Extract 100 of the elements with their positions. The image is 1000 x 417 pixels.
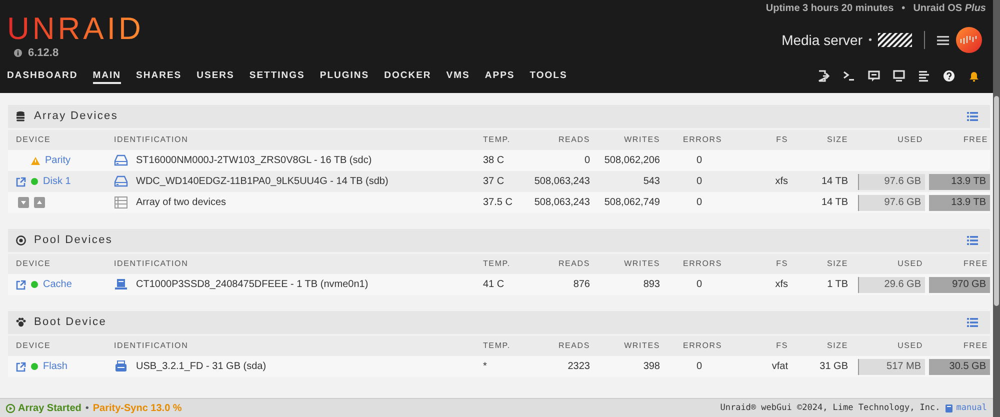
column-header: DEVICE bbox=[16, 134, 52, 146]
column-header: DEVICE bbox=[16, 258, 52, 270]
nav-tab[interactable]: APPS bbox=[484, 69, 515, 84]
device-link[interactable]: Flash bbox=[43, 359, 68, 374]
used-bar: 97.6 GB bbox=[858, 174, 925, 190]
device-link[interactable]: Disk 1 bbox=[43, 174, 71, 189]
scrollbar[interactable] bbox=[993, 0, 1000, 417]
hatched-pattern-icon bbox=[878, 33, 912, 47]
help-icon[interactable] bbox=[943, 70, 955, 82]
menu-icon[interactable] bbox=[937, 36, 949, 44]
identification-text: Array of two devices bbox=[136, 196, 226, 210]
column-header: DEVICE bbox=[16, 340, 52, 352]
nav-tab[interactable]: SHARES bbox=[136, 69, 182, 84]
column-header: USED bbox=[896, 340, 924, 352]
book-icon bbox=[945, 404, 954, 412]
column-header: FREE bbox=[962, 134, 989, 146]
used-bar: 97.6 GB bbox=[858, 194, 925, 210]
errors-cell-text: 0 bbox=[695, 278, 703, 292]
nav-tab[interactable]: SETTINGS bbox=[249, 69, 305, 84]
external-link-icon[interactable] bbox=[16, 176, 26, 186]
server-name: Media server bbox=[782, 30, 862, 50]
usb-drive-icon bbox=[114, 360, 128, 373]
parity-status: Parity-Sync 13.0 % bbox=[92, 402, 182, 416]
temperature-cell-text: 37 C bbox=[483, 175, 506, 189]
errors-cell-text: 0 bbox=[695, 196, 703, 210]
status-dot bbox=[31, 281, 38, 288]
column-header: READS bbox=[557, 340, 590, 352]
terminal-icon[interactable] bbox=[843, 70, 855, 82]
logout-icon[interactable] bbox=[818, 70, 830, 82]
column-header: SIZE bbox=[826, 340, 849, 352]
column-header: IDENTIFICATION bbox=[114, 340, 190, 352]
external-link-icon[interactable] bbox=[16, 280, 26, 290]
list-view-icon[interactable] bbox=[967, 236, 978, 245]
nav-tab[interactable]: TOOLS bbox=[530, 69, 568, 84]
errors-cell-text: 0 bbox=[695, 175, 703, 189]
array-status: Array Started bbox=[18, 402, 82, 416]
external-link-icon[interactable] bbox=[16, 362, 26, 372]
writes-cell-text: 398 bbox=[642, 360, 660, 374]
device-link[interactable]: Parity bbox=[45, 153, 71, 168]
avatar-icon[interactable] bbox=[956, 27, 982, 53]
section-title: Pool Devices bbox=[34, 233, 113, 248]
size-cell-text: 31 GB bbox=[818, 360, 849, 374]
hard-drive-icon bbox=[114, 154, 128, 167]
column-header: TEMP. bbox=[483, 258, 512, 270]
nav-tab[interactable]: MAIN bbox=[92, 69, 122, 84]
log-icon[interactable] bbox=[918, 70, 930, 82]
temperature-cell-text: 37.5 C bbox=[483, 196, 514, 210]
column-header: USED bbox=[896, 134, 924, 146]
paw-icon bbox=[16, 317, 26, 328]
list-view-icon[interactable] bbox=[967, 112, 978, 121]
identification-text: USB_3.2.1_FD - 31 GB (sda) bbox=[136, 360, 266, 374]
spin-up-icon[interactable] bbox=[34, 197, 45, 208]
nav-tab[interactable]: DOCKER bbox=[384, 69, 432, 84]
free-bar: 970 GB bbox=[929, 276, 990, 292]
nav-tab[interactable]: VMS bbox=[446, 69, 470, 84]
section-title: Boot Device bbox=[34, 315, 107, 330]
column-header: WRITES bbox=[623, 134, 660, 146]
separator-dot: • bbox=[85, 402, 89, 416]
status-dot bbox=[31, 178, 38, 185]
message-icon[interactable] bbox=[868, 70, 880, 82]
separator-dot: • bbox=[902, 2, 906, 16]
column-header: FREE bbox=[962, 258, 989, 270]
separator-dot: • bbox=[868, 34, 872, 48]
column-header: WRITES bbox=[623, 258, 660, 270]
used-bar: 517 MB bbox=[858, 358, 925, 374]
monitor-icon[interactable] bbox=[893, 70, 905, 82]
filesystem-cell-text: xfs bbox=[774, 175, 789, 189]
writes-cell-text: 893 bbox=[642, 278, 660, 292]
warning-icon bbox=[31, 156, 40, 164]
bell-icon[interactable] bbox=[968, 70, 980, 82]
nav-tab[interactable]: DASHBOARD bbox=[7, 69, 78, 84]
free-bar: 13.9 TB bbox=[929, 194, 990, 210]
column-header: USED bbox=[896, 258, 924, 270]
status-dot bbox=[31, 363, 38, 370]
spin-down-icon[interactable] bbox=[18, 197, 29, 208]
free-bar: 13.9 TB bbox=[929, 174, 990, 190]
ssd-icon bbox=[114, 278, 128, 291]
nav-tab[interactable]: PLUGINS bbox=[320, 69, 370, 84]
filesystem-cell-text: vfat bbox=[770, 360, 789, 374]
size-cell-text: 1 TB bbox=[826, 278, 849, 292]
column-header: WRITES bbox=[623, 340, 660, 352]
writes-cell-text: 508,062,206 bbox=[603, 154, 660, 168]
section-title: Array Devices bbox=[34, 109, 118, 124]
column-header: FREE bbox=[962, 340, 989, 352]
column-header: ERRORS bbox=[682, 258, 722, 270]
errors-cell-text: 0 bbox=[695, 154, 703, 168]
used-bar: 29.6 GB bbox=[858, 276, 925, 292]
list-view-icon[interactable] bbox=[967, 318, 978, 327]
column-header: TEMP. bbox=[483, 340, 512, 352]
column-header: FS bbox=[775, 134, 789, 146]
uptime-text: Uptime 3 hours 20 minutes bbox=[766, 2, 894, 16]
column-header: ERRORS bbox=[682, 134, 722, 146]
device-link[interactable]: Cache bbox=[43, 277, 72, 292]
nav-tab[interactable]: USERS bbox=[196, 69, 234, 84]
copyright-text: Unraid® webGui ©2024, Lime Technology, Inc. bbox=[720, 402, 940, 414]
identification-text: ST16000NM000J-2TW103_ZRS0V8GL - 16 TB (sdc) bbox=[136, 154, 372, 168]
info-icon bbox=[14, 49, 22, 58]
writes-cell-text: 543 bbox=[642, 175, 660, 189]
temperature-cell-text: 38 C bbox=[483, 154, 506, 168]
column-header: SIZE bbox=[826, 258, 849, 270]
